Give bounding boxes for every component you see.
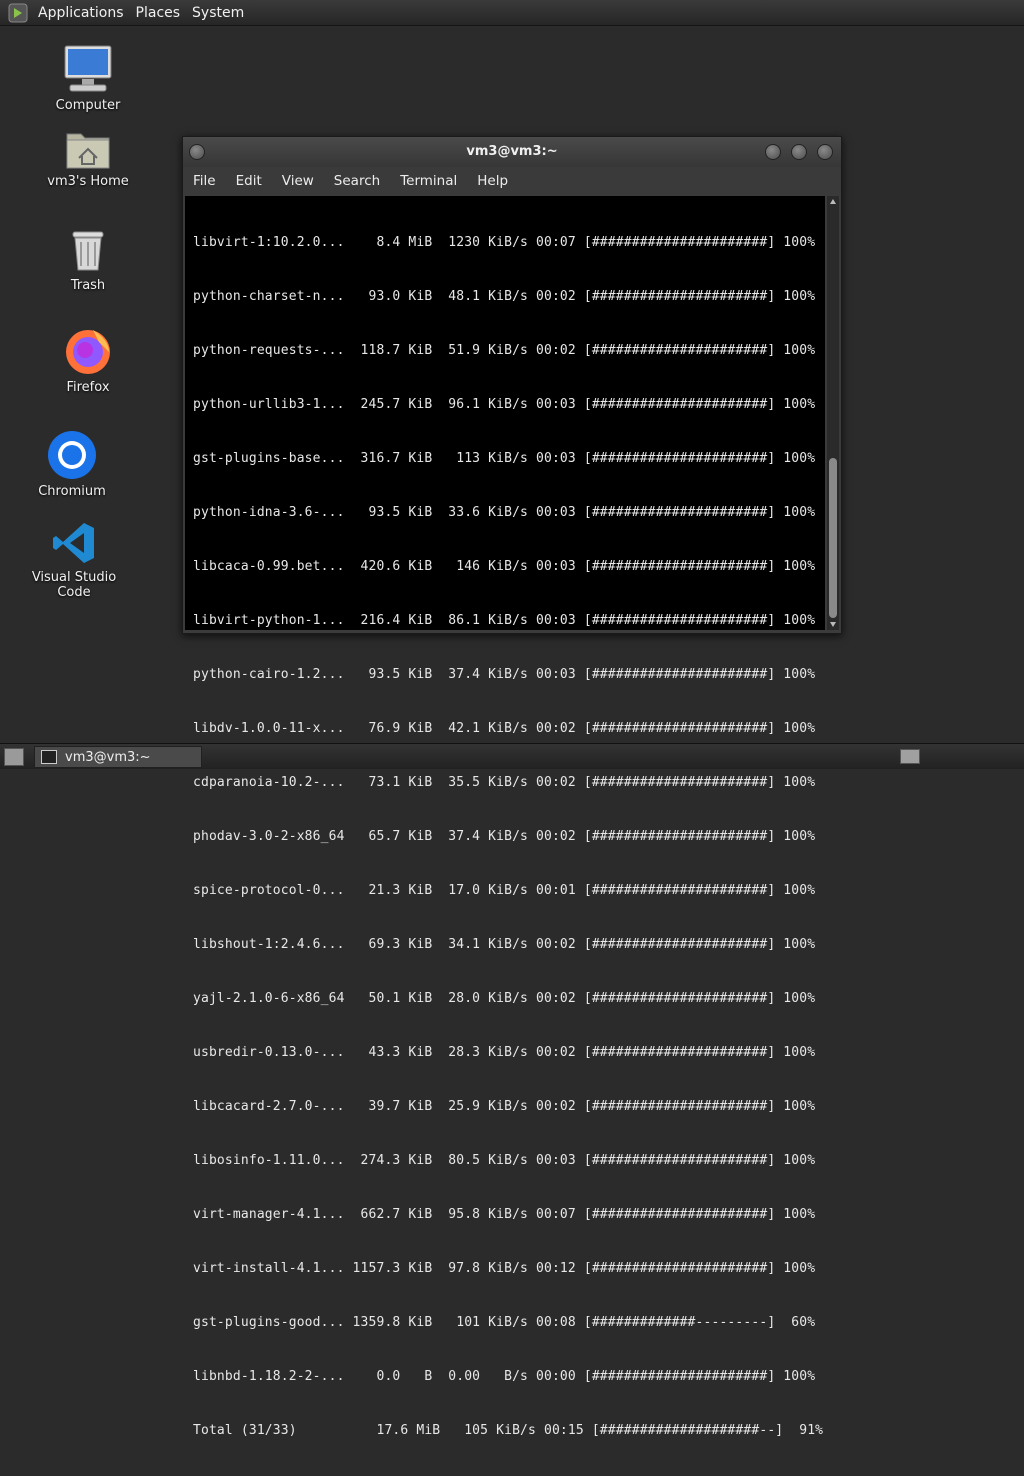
computer-icon	[64, 45, 112, 92]
terminal-lines: libvirt-1:10.2.0... 8.4 MiB 1230 KiB/s 0…	[193, 198, 823, 1476]
menu-terminal[interactable]: Terminal	[390, 173, 467, 189]
terminal-line: libcacard-2.7.0-... 39.7 KiB 25.9 KiB/s …	[193, 1099, 816, 1114]
terminal-window[interactable]: vm3@vm3:~ File Edit View Search Terminal…	[182, 136, 842, 1438]
trash-icon	[72, 231, 104, 271]
home-folder-icon	[66, 133, 110, 169]
window-title: vm3@vm3:~	[466, 144, 558, 159]
window-menu-button[interactable]	[189, 144, 205, 160]
desktop-icon-home[interactable]: vm3's Home	[28, 128, 148, 189]
desktop-icon-label: Trash	[70, 278, 106, 293]
desktop-icon-label: Firefox	[66, 380, 110, 395]
desktop-icon-vscode[interactable]: Visual Studio Code	[14, 520, 134, 600]
desktop-icon-trash[interactable]: Trash	[28, 228, 148, 293]
terminal-scrollbar[interactable]	[827, 196, 839, 630]
terminal-menubar: File Edit View Search Terminal Help	[183, 167, 841, 195]
vscode-icon	[53, 523, 94, 563]
terminal-line: gst-plugins-base... 316.7 KiB 113 KiB/s …	[193, 451, 816, 466]
distro-logo-icon[interactable]	[8, 3, 28, 23]
workspace-switcher[interactable]	[900, 749, 920, 764]
desktop-icon-firefox[interactable]: Firefox	[28, 326, 148, 395]
terminal-line: python-charset-n... 93.0 KiB 48.1 KiB/s …	[193, 289, 816, 304]
terminal-line: yajl-2.1.0-6-x86_64 50.1 KiB 28.0 KiB/s …	[193, 991, 816, 1006]
menu-search[interactable]: Search	[324, 173, 390, 189]
taskbar-window-button[interactable]: vm3@vm3:~	[34, 746, 202, 768]
terminal-line: libnbd-1.18.2-2-... 0.0 B 0.00 B/s 00:00…	[193, 1369, 816, 1384]
system-menu[interactable]: System	[186, 5, 250, 21]
desktop-icon-label: vm3's Home	[47, 174, 129, 189]
desktop-icon-label: Computer	[55, 98, 121, 113]
terminal-line: python-urllib3-1... 245.7 KiB 96.1 KiB/s…	[193, 397, 816, 412]
firefox-icon	[66, 330, 110, 374]
terminal-output[interactable]: libvirt-1:10.2.0... 8.4 MiB 1230 KiB/s 0…	[185, 196, 825, 1438]
menu-view[interactable]: View	[272, 173, 324, 189]
terminal-line: spice-protocol-0... 21.3 KiB 17.0 KiB/s …	[193, 883, 816, 898]
bottom-panel: vm3@vm3:~	[0, 743, 1024, 769]
desktop-icon-label: Chromium	[38, 484, 106, 499]
applications-menu[interactable]: Applications	[32, 5, 130, 21]
terminal-line: virt-manager-4.1... 662.7 KiB 95.8 KiB/s…	[193, 1207, 816, 1222]
places-menu[interactable]: Places	[130, 5, 187, 21]
top-panel: Applications Places System	[0, 0, 1024, 26]
terminal-line: cdparanoia-10.2-... 73.1 KiB 35.5 KiB/s …	[193, 775, 816, 790]
terminal-line: python-requests-... 118.7 KiB 51.9 KiB/s…	[193, 343, 816, 358]
terminal-line: gst-plugins-good... 1359.8 KiB 101 KiB/s…	[193, 1315, 816, 1330]
menu-help[interactable]: Help	[467, 173, 518, 189]
close-button[interactable]	[817, 144, 833, 160]
chromium-icon	[48, 431, 96, 479]
show-desktop-icon[interactable]	[4, 748, 24, 766]
terminal-line: libosinfo-1.11.0... 274.3 KiB 80.5 KiB/s…	[193, 1153, 816, 1168]
taskbar-window-label: vm3@vm3:~	[65, 749, 151, 765]
terminal-line: libvirt-python-1... 216.4 KiB 86.1 KiB/s…	[193, 613, 816, 628]
desktop-icon-chromium[interactable]: Chromium	[12, 430, 132, 499]
terminal-line: python-idna-3.6-... 93.5 KiB 33.6 KiB/s …	[193, 505, 816, 520]
terminal-line: Total (31/33) 17.6 MiB 105 KiB/s 00:15 […	[193, 1423, 824, 1438]
terminal-line: libdv-1.0.0-11-x... 76.9 KiB 42.1 KiB/s …	[193, 721, 816, 736]
terminal-line: usbredir-0.13.0-... 43.3 KiB 28.3 KiB/s …	[193, 1045, 816, 1060]
desktop-icon-label: Visual Studio Code	[31, 570, 117, 600]
terminal-line: python-cairo-1.2... 93.5 KiB 37.4 KiB/s …	[193, 667, 816, 682]
minimize-button[interactable]	[765, 144, 781, 160]
menu-edit[interactable]: Edit	[226, 173, 272, 189]
terminal-line: libcaca-0.99.bet... 420.6 KiB 146 KiB/s …	[193, 559, 816, 574]
terminal-line: libvirt-1:10.2.0... 8.4 MiB 1230 KiB/s 0…	[193, 235, 816, 250]
desktop-icon-computer[interactable]: Computer	[28, 44, 148, 113]
maximize-button[interactable]	[791, 144, 807, 160]
terminal-icon	[41, 750, 57, 764]
scroll-down-icon[interactable]	[830, 622, 836, 627]
terminal-line: virt-install-4.1... 1157.3 KiB 97.8 KiB/…	[193, 1261, 816, 1276]
window-titlebar[interactable]: vm3@vm3:~	[183, 137, 841, 167]
scroll-up-icon[interactable]	[830, 199, 836, 204]
scroll-thumb[interactable]	[829, 458, 837, 618]
terminal-line: phodav-3.0-2-x86_64 65.7 KiB 37.4 KiB/s …	[193, 829, 816, 844]
menu-file[interactable]: File	[183, 173, 226, 189]
terminal-line: libshout-1:2.4.6... 69.3 KiB 34.1 KiB/s …	[193, 937, 816, 952]
